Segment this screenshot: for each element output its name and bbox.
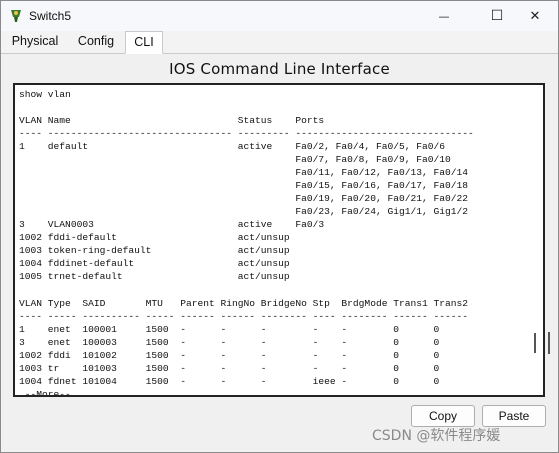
- scrollbar-thumb[interactable]: [534, 333, 536, 353]
- console-line: 1004 fddinet-default act/unsup: [19, 258, 290, 270]
- tab-physical[interactable]: Physical: [5, 31, 65, 52]
- title-bar: Switch5 — ☐ ✕: [1, 1, 558, 31]
- app-window: Switch5 — ☐ ✕ Physical Config CLI IOS Co…: [0, 0, 559, 453]
- console-line: 1 default active Fa0/2, Fa0/4, Fa0/5, Fa…: [19, 141, 446, 153]
- close-icon: ✕: [529, 8, 541, 24]
- tab-cli[interactable]: CLI: [125, 31, 163, 54]
- copy-button[interactable]: Copy: [411, 405, 475, 427]
- watermark: CSDN @软件程序媛: [372, 428, 501, 444]
- console-line: VLAN Name Status Ports: [19, 115, 325, 127]
- console-line: 1003 token-ring-default act/unsup: [19, 245, 290, 257]
- console-line: ---- ----- ---------- ----- ------ -----…: [19, 310, 469, 322]
- console-line: VLAN Type SAID MTU Parent RingNo BridgeN…: [19, 297, 469, 309]
- tab-config[interactable]: Config: [69, 31, 123, 52]
- console-line: Fa0/19, Fa0/20, Fa0/21, Fa0/22: [19, 193, 469, 205]
- console-output: show vlan VLAN Name Status Ports ---- ---…: [15, 85, 543, 397]
- maximize-icon: ☐: [490, 8, 504, 24]
- console-line: Fa0/15, Fa0/16, Fa0/17, Fa0/18: [19, 180, 469, 192]
- paste-button[interactable]: Paste: [482, 405, 546, 427]
- cli-panel: IOS Command Line Interface show vlan VLA…: [2, 54, 557, 451]
- console-line: ---- -------------------------------- --…: [19, 128, 474, 140]
- close-button[interactable]: ✕: [512, 1, 558, 31]
- outer-scrollbar-thumb[interactable]: [548, 332, 550, 354]
- window-title: Switch5: [29, 9, 72, 23]
- console-line: 3 enet 100003 1500 - - - - - 0 0: [19, 336, 440, 348]
- cli-console[interactable]: show vlan VLAN Name Status Ports ---- ---…: [13, 83, 545, 397]
- console-line: 3 VLAN0003 active Fa0/3: [19, 219, 325, 231]
- switch-app-icon: [11, 10, 21, 22]
- console-line: Fa0/7, Fa0/8, Fa0/9, Fa0/10: [19, 154, 451, 166]
- console-line: 1003 tr 101003 1500 - - - - - 0 0: [19, 362, 440, 374]
- console-line: Fa0/23, Fa0/24, Gig1/1, Gig1/2: [19, 206, 469, 218]
- minimize-icon: —: [438, 9, 450, 23]
- console-line: Fa0/11, Fa0/12, Fa0/13, Fa0/14: [19, 167, 469, 179]
- console-line: show vlan: [19, 89, 71, 100]
- tab-bar: Physical Config CLI: [1, 31, 558, 54]
- console-line: 1005 trnet-default act/unsup: [19, 271, 290, 283]
- console-line: 1 enet 100001 1500 - - - - - 0 0: [19, 323, 440, 335]
- console-line: 1002 fddi 101002 1500 - - - - - 0 0: [19, 349, 440, 361]
- minimize-button[interactable]: —: [421, 1, 467, 31]
- console-line: 1004 fdnet 101004 1500 - - - ieee - 0 0: [19, 375, 440, 387]
- console-line: 1002 fddi-default act/unsup: [19, 232, 290, 244]
- cli-header: IOS Command Line Interface: [169, 60, 390, 78]
- console-line: --More--: [19, 388, 71, 397]
